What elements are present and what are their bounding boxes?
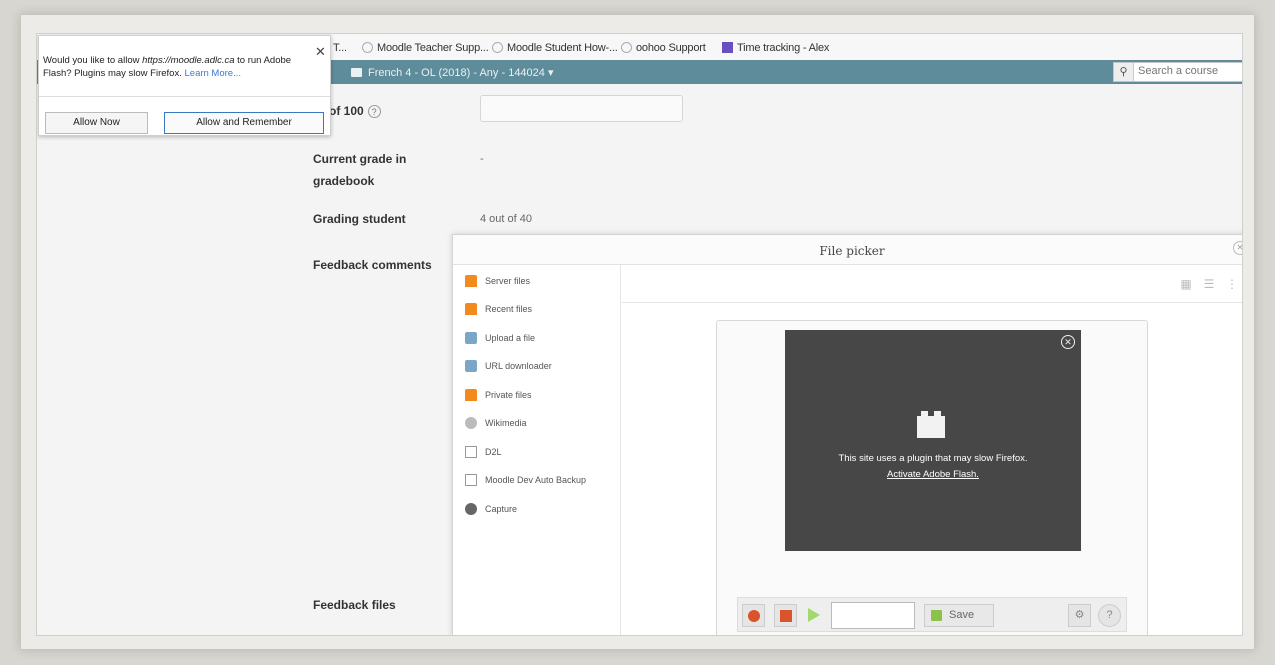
- play-icon[interactable]: [808, 608, 820, 622]
- stop-icon: [780, 610, 792, 622]
- grade-input[interactable]: [480, 95, 683, 122]
- repository-list: Server files Recent files Upload a file …: [453, 265, 621, 635]
- bookmark-moodle-teacher-support[interactable]: Moodle Teacher Supp...: [362, 42, 489, 54]
- grading-student-label: Grading student: [313, 212, 406, 226]
- learn-more-link[interactable]: Learn More...: [185, 68, 242, 79]
- search-icon[interactable]: ⚲: [1114, 63, 1134, 81]
- disk-icon: [931, 610, 942, 621]
- tracker-icon: [722, 42, 733, 53]
- globe-icon: [621, 42, 632, 53]
- grid-view-icon[interactable]: ▦: [1177, 275, 1195, 293]
- current-grade-value: -: [480, 153, 484, 165]
- repository-upload-file[interactable]: Upload a file: [465, 331, 535, 345]
- chevron-down-icon: ▾: [547, 67, 554, 79]
- course-search-input[interactable]: [1138, 65, 1242, 77]
- grading-student-value: 4 out of 40: [480, 213, 532, 225]
- allow-now-button[interactable]: Allow Now: [45, 112, 148, 134]
- moodle-icon: [465, 303, 477, 315]
- bookmark-moodle-student-howto[interactable]: Moodle Student How-...: [492, 42, 618, 54]
- repository-d2l[interactable]: D2L: [465, 445, 502, 459]
- repository-recent-files[interactable]: Recent files: [465, 302, 532, 316]
- allow-and-remember-button[interactable]: Allow and Remember: [164, 112, 324, 134]
- camera-icon: [465, 503, 477, 515]
- recorder-controls: Save ⚙ ?: [737, 597, 1127, 632]
- file-picker-toolbar: ▦ ☰ ⋮: [622, 265, 1242, 303]
- upload-icon: [465, 360, 477, 372]
- repository-url-downloader[interactable]: URL downloader: [465, 359, 552, 373]
- record-icon: [748, 610, 760, 622]
- list-view-icon[interactable]: ☰: [1200, 275, 1218, 293]
- flash-plugin-placeholder[interactable]: ✕ This site uses a plugin that may slow …: [785, 330, 1081, 551]
- bookmark-truncated[interactable]: T...: [333, 42, 347, 54]
- flash-message: This site uses a plugin that may slow Fi…: [838, 453, 1028, 464]
- bookmark-oohoo-support[interactable]: oohoo Support: [621, 42, 706, 54]
- flash-permission-message: Would you like to allow https://moodle.a…: [43, 55, 292, 79]
- save-button[interactable]: Save: [924, 604, 994, 627]
- current-grade-label-line2: gradebook: [313, 174, 375, 188]
- settings-icon[interactable]: ⚙: [1068, 604, 1091, 627]
- close-icon[interactable]: ✕: [1233, 241, 1242, 255]
- moodle-icon: [465, 275, 477, 287]
- repository-moodle-dev-auto-backup[interactable]: Moodle Dev Auto Backup: [465, 473, 586, 487]
- feedback-files-label: Feedback files: [313, 598, 396, 612]
- course-selector[interactable]: French 4 - OL (2018) - Any - 144024 ▾: [351, 66, 554, 79]
- repository-wikimedia[interactable]: Wikimedia: [465, 416, 527, 430]
- course-search: ⚲: [1113, 62, 1242, 82]
- globe-icon: [362, 42, 373, 53]
- tree-view-icon[interactable]: ⋮: [1223, 275, 1241, 293]
- divider: [39, 96, 330, 97]
- file-picker-title: File picker: [819, 244, 885, 258]
- box-icon: [465, 474, 477, 486]
- moodle-icon: [465, 389, 477, 401]
- plugin-icon: [917, 411, 945, 438]
- browser-window: T... Moodle Teacher Supp... Moodle Stude…: [36, 33, 1243, 636]
- help-icon[interactable]: ?: [1098, 604, 1121, 627]
- globe-icon: [492, 42, 503, 53]
- file-picker-dialog: File picker ✕ Server files Recent files …: [452, 234, 1242, 635]
- wikimedia-icon: [465, 417, 477, 429]
- bookmark-time-tracking[interactable]: Time tracking - Alex: [722, 42, 829, 54]
- capture-recorder: ✕ This site uses a plugin that may slow …: [716, 320, 1148, 635]
- feedback-comments-label: Feedback comments: [313, 258, 432, 272]
- repository-server-files[interactable]: Server files: [465, 274, 530, 288]
- help-icon[interactable]: ?: [367, 105, 381, 118]
- stop-button[interactable]: [774, 604, 797, 627]
- current-grade-label-line1: Current grade in: [313, 152, 407, 166]
- file-picker-header: File picker ✕: [453, 235, 1242, 265]
- flash-permission-popup: ✕ Would you like to allow https://moodle…: [38, 35, 331, 136]
- recording-timer-field: [831, 602, 915, 629]
- close-icon[interactable]: ✕: [1061, 335, 1075, 349]
- briefcase-icon: [351, 68, 362, 77]
- record-button[interactable]: [742, 604, 765, 627]
- activate-flash-link[interactable]: Activate Adobe Flash.: [785, 469, 1081, 480]
- box-icon: [465, 446, 477, 458]
- repository-private-files[interactable]: Private files: [465, 388, 532, 402]
- close-icon[interactable]: ✕: [315, 44, 326, 60]
- upload-icon: [465, 332, 477, 344]
- repository-capture[interactable]: Capture: [465, 502, 517, 516]
